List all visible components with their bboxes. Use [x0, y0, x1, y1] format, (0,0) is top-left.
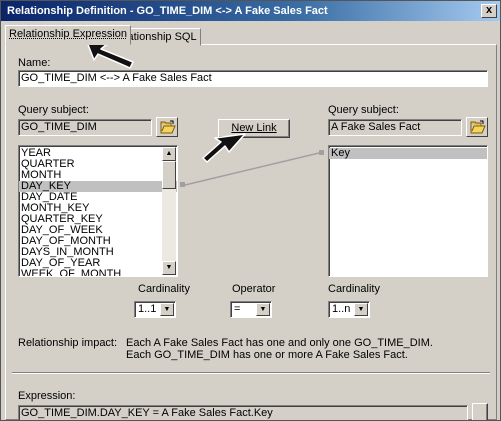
chevron-down-icon[interactable]: ▼: [160, 303, 174, 316]
left-browse-button[interactable]: [156, 117, 178, 137]
right-cardinality-value: 1..n: [332, 303, 351, 315]
folder-open-icon: [470, 120, 486, 134]
name-field[interactable]: GO_TIME_DIM <--> A Fake Sales Fact: [18, 70, 488, 87]
operator-select[interactable]: = ▼: [230, 301, 272, 318]
folder-open-icon: [160, 120, 176, 134]
left-column-list[interactable]: YEAR QUARTER MONTH DAY_KEY DAY_DATE MONTH_KEY…: [18, 145, 178, 277]
section-divider: [12, 372, 490, 374]
scroll-thumb[interactable]: [162, 161, 176, 189]
scroll-up-arrow-icon[interactable]: ▲: [162, 147, 176, 161]
close-icon: x: [485, 4, 493, 16]
close-button[interactable]: x: [481, 4, 497, 18]
chevron-down-icon[interactable]: ▼: [256, 303, 270, 316]
relationship-impact-label: Relationship impact:: [18, 337, 118, 349]
title-bar: Relationship Definition - GO_TIME_DIM <-…: [1, 1, 500, 21]
scroll-down-arrow-icon[interactable]: ▼: [162, 261, 176, 275]
operator-value: =: [234, 303, 241, 315]
impact-line-2: Each GO_TIME_DIM has one or more A Fake …: [126, 349, 408, 361]
right-browse-button[interactable]: [466, 117, 488, 137]
relationship-impact-text: Each A Fake Sales Fact has one and only …: [126, 337, 433, 361]
right-list-items: Key: [329, 146, 487, 159]
expression-label: Expression:: [18, 390, 76, 402]
right-column-list[interactable]: Key: [328, 145, 488, 277]
right-query-subject-field: A Fake Sales Fact: [328, 119, 462, 136]
list-item[interactable]: Key: [329, 148, 487, 159]
right-query-subject-label: Query subject:: [328, 104, 399, 116]
left-query-subject-field: GO_TIME_DIM: [18, 119, 152, 136]
left-list-scrollbar[interactable]: ▲ ▼: [162, 147, 176, 275]
chevron-down-icon[interactable]: ▼: [354, 303, 368, 316]
relationship-definition-dialog: Relationship Definition - GO_TIME_DIM <-…: [0, 0, 501, 421]
left-list-items: YEAR QUARTER MONTH DAY_KEY DAY_DATE MONTH_KEY…: [19, 146, 177, 277]
left-cardinality-value: 1..1: [138, 303, 157, 315]
impact-line-1: Each A Fake Sales Fact has one and only …: [126, 337, 433, 349]
right-cardinality-select[interactable]: 1..n ▼: [328, 301, 370, 318]
pointer-arrow-icon: [202, 133, 246, 163]
list-item[interactable]: WEEK_OF_MONTH: [19, 269, 177, 277]
expression-field: GO_TIME_DIM.DAY_KEY = A Fake Sales Fact.…: [18, 405, 468, 420]
operator-label: Operator: [232, 283, 276, 295]
tab-panel: Name: GO_TIME_DIM <--> A Fake Sales Fact…: [5, 44, 497, 420]
name-label: Name:: [18, 57, 51, 69]
left-cardinality-select[interactable]: 1..1 ▼: [134, 301, 176, 318]
right-cardinality-label: Cardinality: [328, 283, 380, 295]
expression-edit-button[interactable]: [472, 403, 488, 420]
tab-relationship-expression[interactable]: Relationship Expression: [5, 25, 132, 45]
window-title: Relationship Definition - GO_TIME_DIM <-…: [7, 5, 328, 17]
tab-label: Relationship Expression: [9, 28, 128, 40]
left-query-subject-label: Query subject:: [18, 104, 89, 116]
left-cardinality-label: Cardinality: [138, 283, 190, 295]
